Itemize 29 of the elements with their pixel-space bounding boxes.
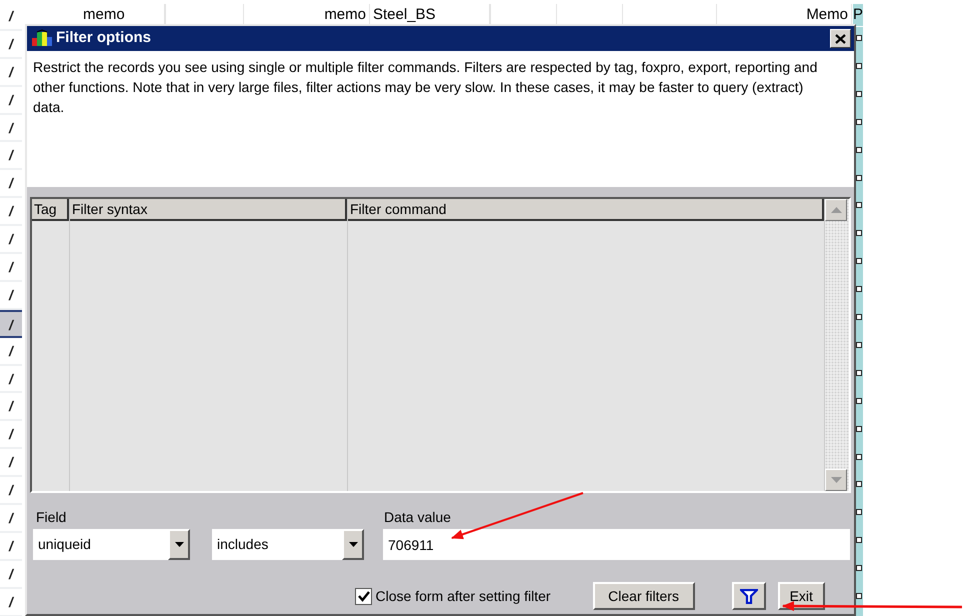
checkbox[interactable] [355, 588, 372, 604]
close-icon [835, 34, 846, 44]
checkbox-label: Close form after setting filter [376, 586, 551, 606]
dropdown-button[interactable] [168, 529, 190, 560]
filter-button[interactable] [732, 582, 766, 610]
filter-icon [740, 589, 758, 604]
column-header[interactable]: Filter syntax [70, 199, 347, 221]
scroll-down-button[interactable] [825, 469, 847, 491]
data-value-field[interactable]: 706911 [383, 529, 850, 560]
combo-field[interactable]: includes [212, 529, 342, 560]
dropdown-button[interactable] [342, 529, 364, 560]
window-title: Filter options [56, 28, 151, 48]
data-value-label: Data value [384, 508, 451, 527]
scroll-up-button[interactable] [825, 199, 847, 221]
description-text: Restrict the records you see using single or multiple filter commands. Filters are respected by tag, foxpro, export, reporting and other functions. Note that in very large files, filter actions may be very slow. In these cases, it may be faster to query (extract) data. [33, 58, 818, 117]
down-arrow-icon [830, 477, 842, 483]
clear-filters-button[interactable]: Clear filters [592, 582, 695, 610]
close-button[interactable] [830, 29, 851, 48]
app-icon [30, 28, 52, 48]
grid-cell: P [853, 4, 863, 26]
column-header[interactable]: Tag [32, 199, 69, 221]
field-label: Field [36, 508, 68, 527]
caret-icon [174, 542, 184, 547]
column-header[interactable]: Filter command [348, 199, 824, 221]
up-arrow-icon [830, 207, 842, 213]
row-marker[interactable]: / [0, 310, 22, 338]
combo-field[interactable]: uniqueid [33, 529, 168, 560]
scrollbar[interactable] [825, 199, 849, 491]
caret-icon [348, 542, 358, 547]
